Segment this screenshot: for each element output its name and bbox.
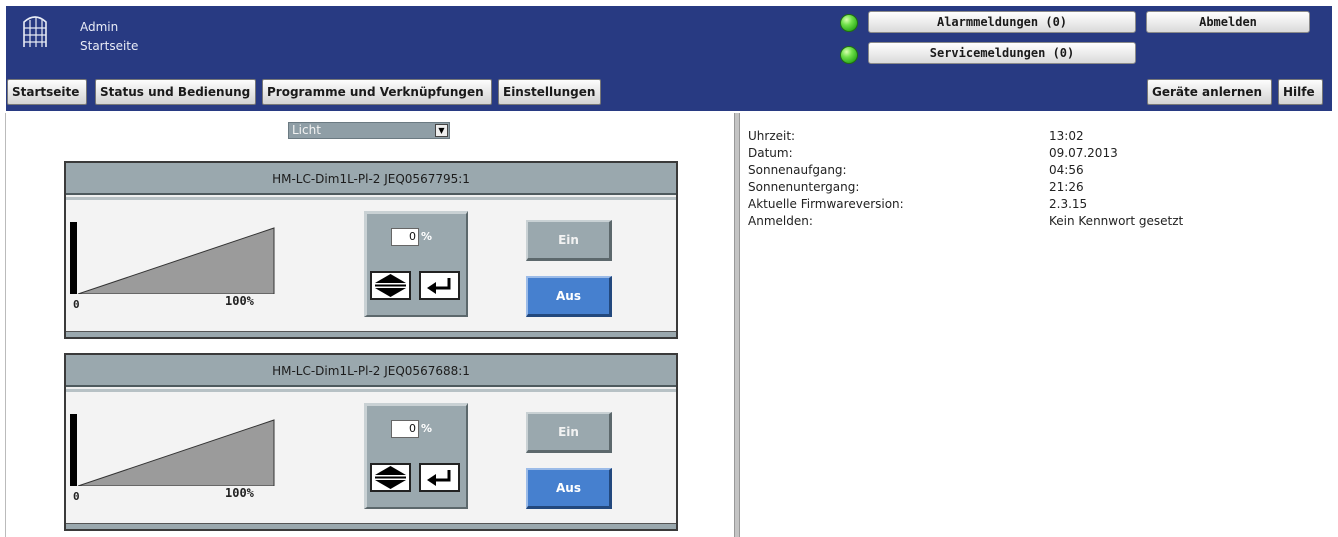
device-control-pane: Licht ▼ HM-LC-Dim1L-Pl-2 JEQ0567795:1 0 … [6, 113, 734, 537]
up-down-arrows-icon [375, 274, 406, 297]
info-key: Sonnenuntergang: [748, 180, 860, 194]
homematic-logo-icon [23, 16, 47, 47]
device-body: 0 100% 0 % Ein Aus [66, 389, 676, 523]
device-body: 0 100% 0 % Ein Aus [66, 197, 676, 331]
device-footer [66, 331, 676, 337]
level-max-label: 100% [225, 294, 254, 308]
info-key: Anmelden: [748, 214, 813, 228]
user-name: Admin [80, 20, 119, 34]
on-button[interactable]: Ein [526, 220, 612, 261]
level-max-label: 100% [225, 486, 254, 500]
tab-status-und-bedienung[interactable]: Status und Bedienung [95, 79, 256, 105]
info-key: Datum: [748, 146, 793, 160]
alarm-messages-button[interactable]: Alarmmeldungen (0) [868, 11, 1136, 33]
level-stepper-button[interactable] [370, 271, 411, 300]
info-key: Aktuelle Firmwareversion: [748, 197, 904, 211]
dimmer-level-ramp[interactable] [70, 222, 276, 294]
category-select-value: Licht [292, 123, 321, 137]
info-value: 13:02 [1049, 129, 1084, 143]
right-edge [1332, 113, 1338, 537]
system-info-pane: Uhrzeit: 13:02 Datum: 09.07.2013 Sonnena… [740, 113, 1332, 537]
off-button[interactable]: Aus [526, 276, 612, 317]
tab-startseite[interactable]: Startseite [7, 79, 87, 105]
device-panel: HM-LC-Dim1L-Pl-2 JEQ0567688:1 0 100% 0 % [64, 353, 678, 531]
category-select[interactable]: Licht ▼ [288, 122, 450, 139]
info-key: Uhrzeit: [748, 129, 796, 143]
level-control-box: 0 % [364, 403, 468, 509]
logout-button[interactable]: Abmelden [1146, 11, 1310, 33]
alarm-status-led-icon [840, 14, 858, 32]
device-title: HM-LC-Dim1L-Pl-2 JEQ0567688:1 [66, 355, 676, 387]
level-min-label: 0 [73, 298, 80, 311]
info-key: Sonnenaufgang: [748, 163, 847, 177]
teach-devices-button[interactable]: Geräte anlernen [1147, 79, 1272, 105]
device-title: HM-LC-Dim1L-Pl-2 JEQ0567795:1 [66, 163, 676, 195]
help-button[interactable]: Hilfe [1278, 79, 1323, 105]
level-stepper-button[interactable] [370, 463, 411, 492]
service-messages-button[interactable]: Servicemeldungen (0) [868, 42, 1136, 64]
tab-programme-und-verknuepfungen[interactable]: Programme und Verknüpfungen [262, 79, 492, 105]
dropdown-arrow-icon[interactable]: ▼ [435, 124, 448, 137]
apply-level-button[interactable] [419, 271, 460, 300]
level-percent-input[interactable]: 0 [391, 228, 419, 246]
enter-arrow-icon [427, 470, 451, 486]
level-percent-input[interactable]: 0 [391, 420, 419, 438]
info-value: 2.3.15 [1049, 197, 1088, 211]
service-status-led-icon [840, 46, 858, 64]
device-panel: HM-LC-Dim1L-Pl-2 JEQ0567795:1 0 100% 0 % [64, 161, 678, 339]
apply-level-button[interactable] [419, 463, 460, 492]
percent-sign: % [421, 230, 433, 243]
device-footer [66, 523, 676, 529]
level-min-label: 0 [73, 490, 80, 503]
info-value: 21:26 [1049, 180, 1084, 194]
info-value: 04:56 [1049, 163, 1084, 177]
percent-sign: % [421, 422, 433, 435]
dimmer-level-ramp[interactable] [70, 414, 276, 486]
on-button[interactable]: Ein [526, 412, 612, 453]
info-value: 09.07.2013 [1049, 146, 1118, 160]
current-page-title: Startseite [80, 39, 139, 53]
info-value: Kein Kennwort gesetzt [1049, 214, 1184, 228]
off-button[interactable]: Aus [526, 468, 612, 509]
up-down-arrows-icon [375, 466, 406, 489]
level-control-box: 0 % [364, 211, 468, 317]
header-bar: Admin Startseite Alarmmeldungen (0) Abme… [6, 6, 1332, 111]
enter-arrow-icon [427, 278, 451, 294]
tab-einstellungen[interactable]: Einstellungen [498, 79, 601, 105]
